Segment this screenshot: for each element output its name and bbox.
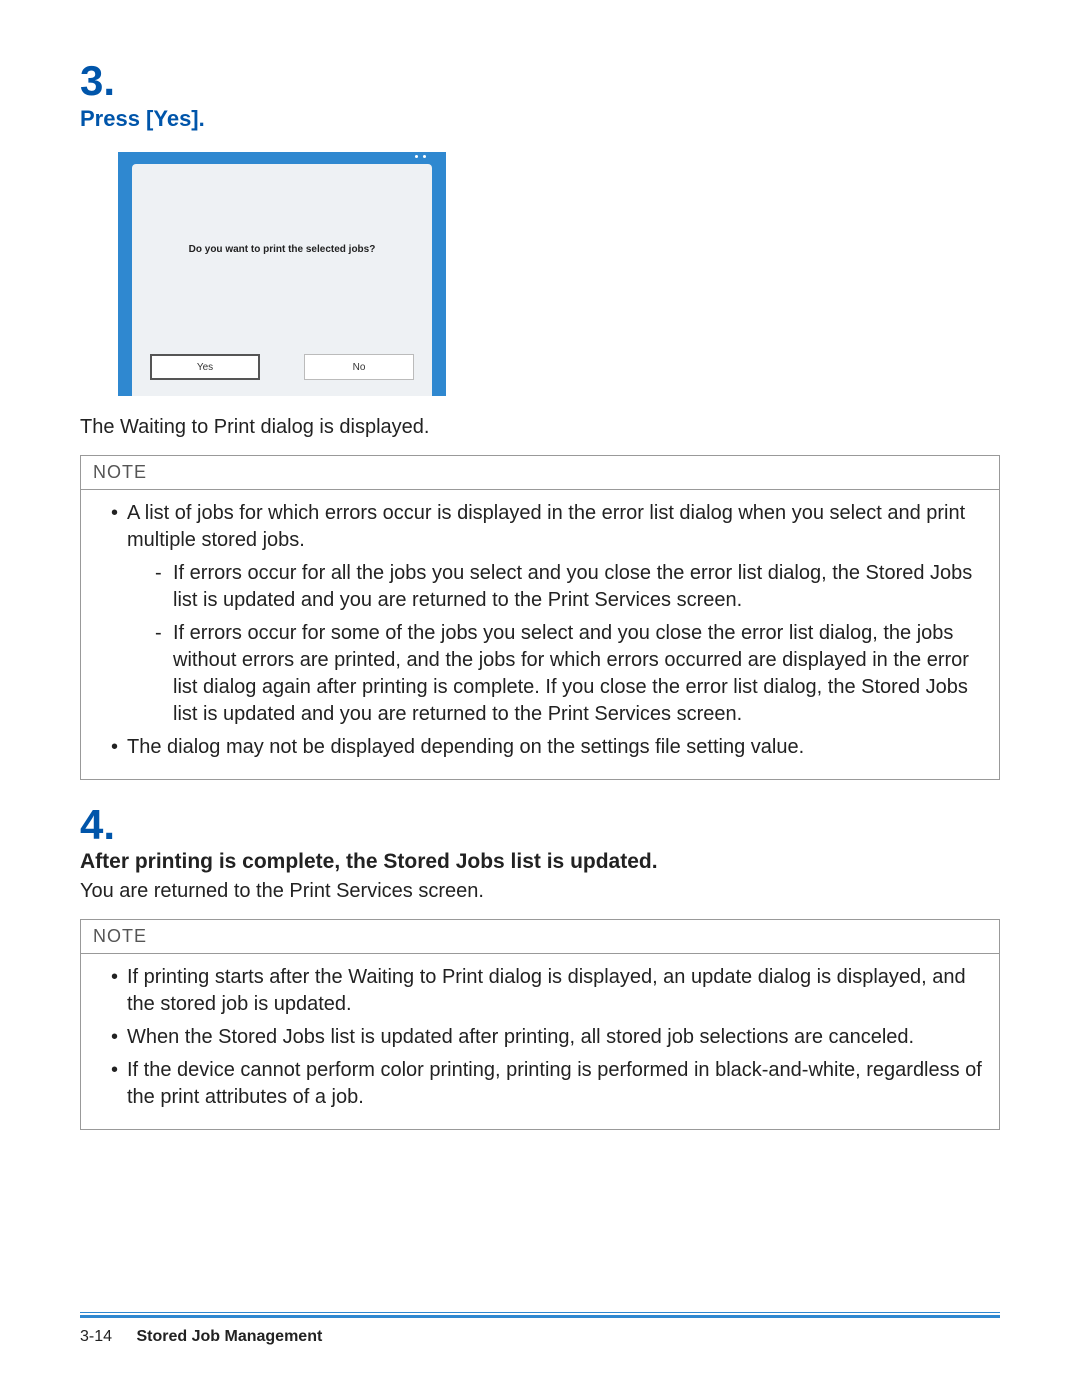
note-box-1: NOTE A list of jobs for which errors occ… xyxy=(80,455,1000,780)
note-item: When the Stored Jobs list is updated aft… xyxy=(95,1024,985,1051)
note-item: A list of jobs for which errors occur is… xyxy=(95,500,985,728)
note-heading: NOTE xyxy=(81,456,999,490)
page-number: 3-14 xyxy=(80,1328,112,1345)
dialog-body: Do you want to print the selected jobs? … xyxy=(132,164,432,396)
step-3-result-text: The Waiting to Print dialog is displayed… xyxy=(80,416,1000,439)
section-title: Stored Job Management xyxy=(136,1328,322,1345)
note-item: If printing starts after the Waiting to … xyxy=(95,964,985,1018)
step-3-title: Press [Yes]. xyxy=(80,106,1000,132)
no-button[interactable]: No xyxy=(304,354,414,380)
step-4: 4. After printing is complete, the Store… xyxy=(80,804,1000,903)
dialog-button-row: Yes No xyxy=(150,354,414,380)
step-4-number: 4. xyxy=(80,804,1000,846)
step-4-body: You are returned to the Print Services s… xyxy=(80,880,1000,903)
note-item-text: A list of jobs for which errors occur is… xyxy=(127,502,965,551)
yes-button[interactable]: Yes xyxy=(150,354,260,380)
step-4-title: After printing is complete, the Stored J… xyxy=(80,850,1000,874)
note-box-2: NOTE If printing starts after the Waitin… xyxy=(80,919,1000,1130)
document-page: 3. Press [Yes]. Do you want to print the… xyxy=(0,0,1080,1388)
dialog-message: Do you want to print the selected jobs? xyxy=(132,244,432,255)
note-body: A list of jobs for which errors occur is… xyxy=(81,490,999,779)
screenshot-container: Do you want to print the selected jobs? … xyxy=(118,152,1000,396)
note-subitem: If errors occur for some of the jobs you… xyxy=(137,620,985,728)
note-item: The dialog may not be displayed dependin… xyxy=(95,734,985,761)
dialog-screenshot: Do you want to print the selected jobs? … xyxy=(118,152,446,396)
dialog-header-bar xyxy=(132,152,432,162)
note-subitem: If errors occur for all the jobs you sel… xyxy=(137,560,985,614)
note-heading: NOTE xyxy=(81,920,999,954)
note-body: If printing starts after the Waiting to … xyxy=(81,954,999,1129)
step-3-number: 3. xyxy=(80,60,1000,102)
note-item: If the device cannot perform color print… xyxy=(95,1057,985,1111)
page-footer: 3-14 Stored Job Management xyxy=(80,1328,322,1346)
footer-rule xyxy=(80,1315,1000,1318)
